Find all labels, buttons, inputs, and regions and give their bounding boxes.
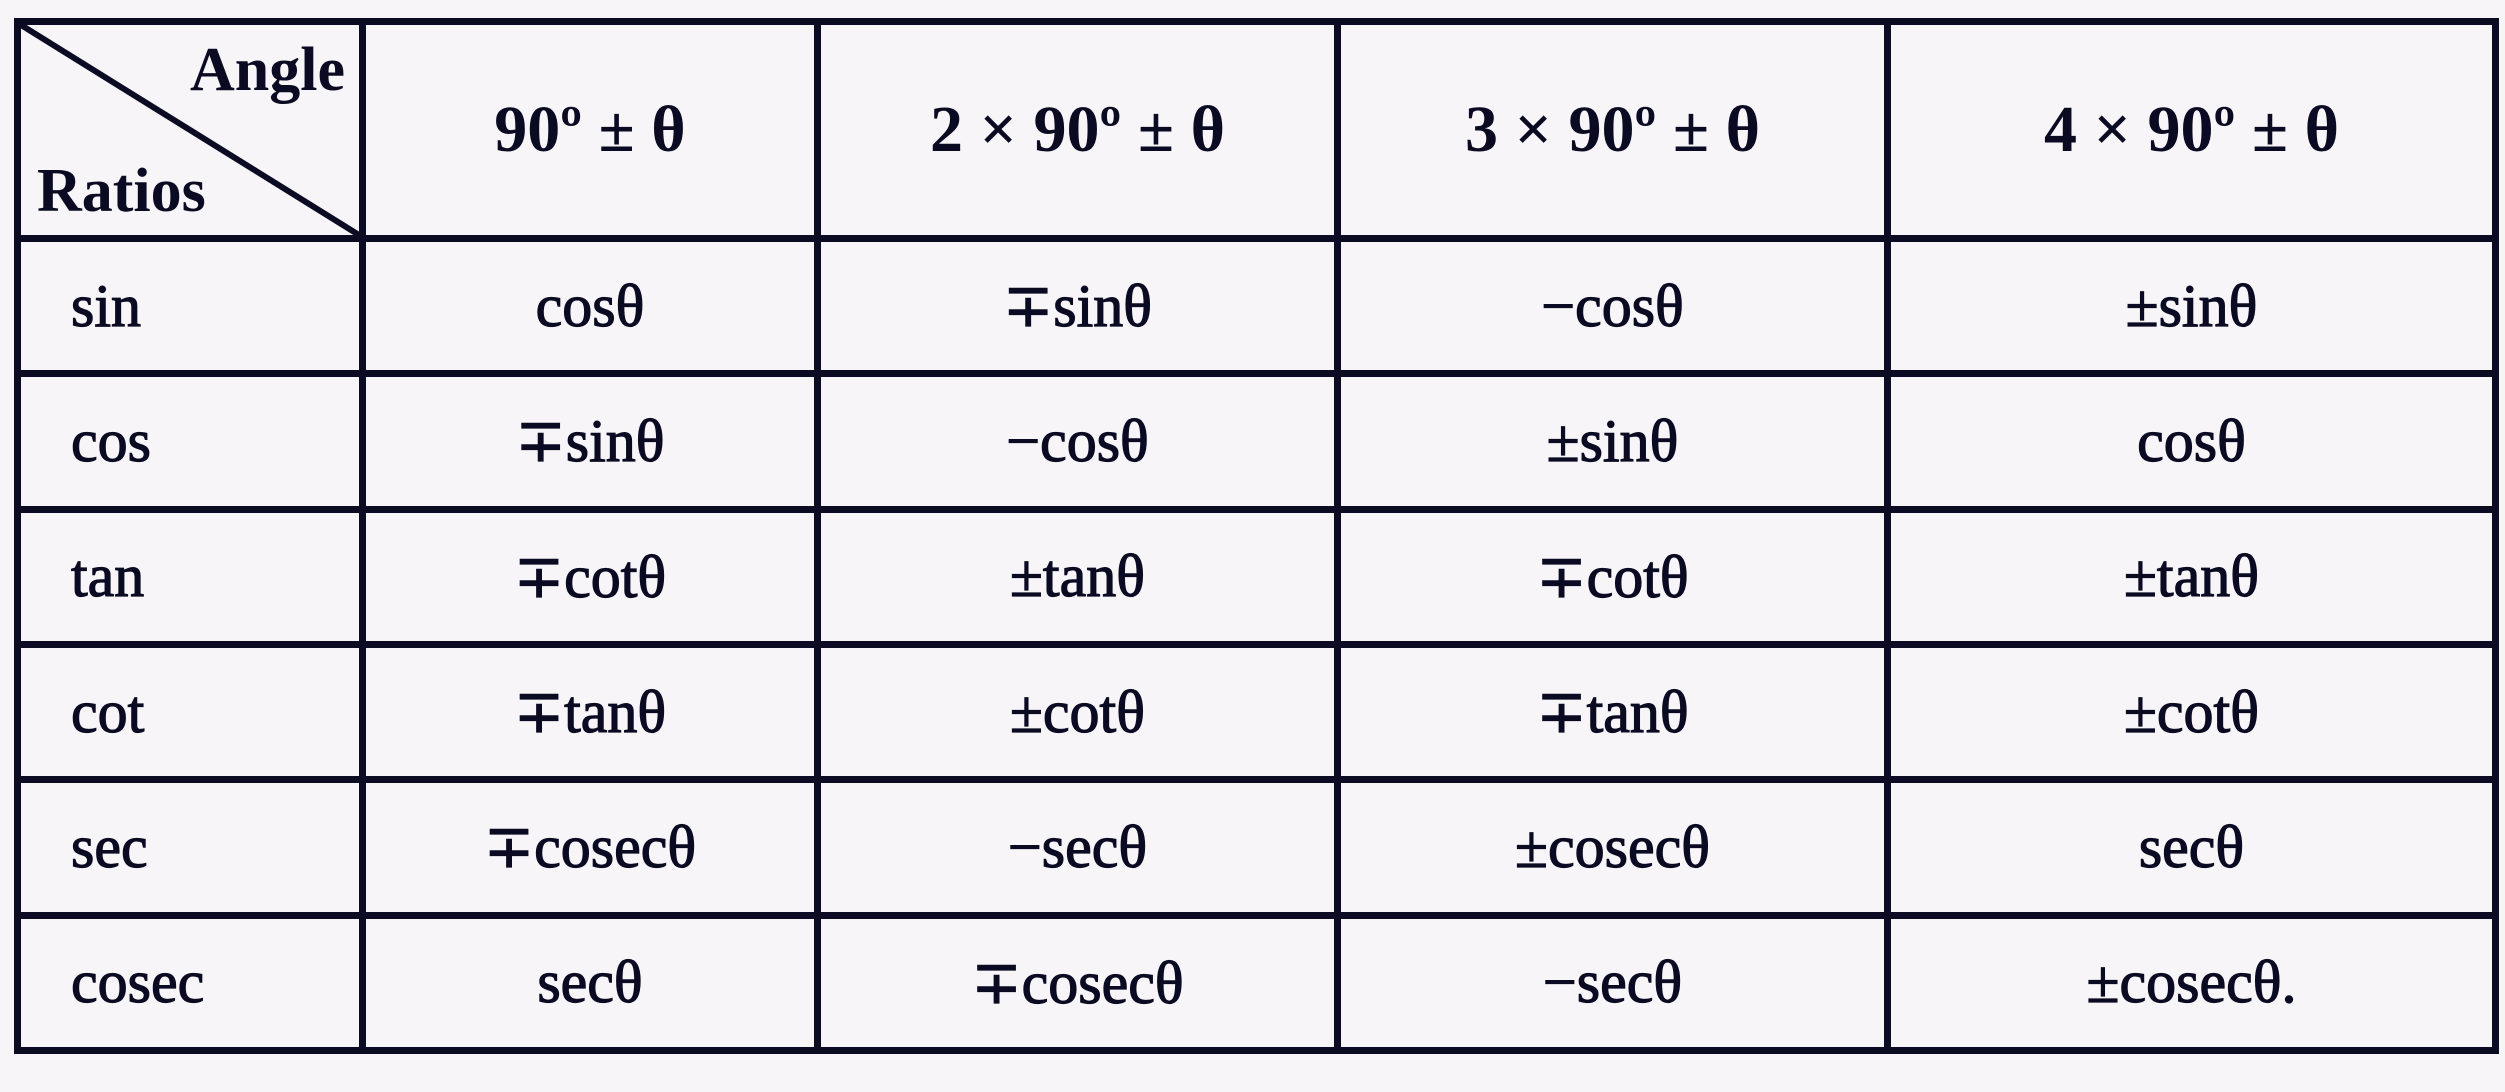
- table-cell: −cosθ: [814, 370, 1341, 513]
- column-header-text: 90º ± θ: [494, 93, 686, 166]
- header-row: Angle Ratios 90º ± θ 2 × 90º ± θ 3 × 90º…: [14, 18, 2499, 242]
- table-cell: ±sinθ: [1334, 370, 1891, 513]
- table-cell: ∓tanθ: [359, 640, 821, 784]
- table-cell: secθ: [1884, 776, 2499, 919]
- column-header-text: 3 × 90º ± θ: [1464, 93, 1761, 166]
- table-row: cot ∓tanθ ±cotθ ∓tanθ ±cotθ: [14, 640, 2499, 784]
- column-header: 2 × 90º ± θ: [814, 18, 1341, 242]
- column-header-text: 2 × 90º ± θ: [929, 93, 1226, 166]
- table-cell: ∓tanθ: [1334, 640, 1891, 784]
- column-header: 3 × 90º ± θ: [1334, 18, 1891, 242]
- table-row: tan ∓cotθ ±tanθ ∓cotθ ±tanθ: [14, 505, 2499, 648]
- table-row: sin cosθ ∓sinθ −cosθ ±sinθ: [14, 234, 2499, 378]
- table-cell: cosθ: [1884, 370, 2499, 513]
- ratio-name-cell: cot: [14, 640, 366, 784]
- table-cell: ∓sinθ: [359, 370, 821, 513]
- table-cell: ±cosecθ: [1334, 776, 1891, 919]
- table-cell: −cosθ: [1334, 234, 1891, 378]
- table-cell: ±tanθ: [814, 505, 1341, 648]
- trig-ratios-table: Angle Ratios 90º ± θ 2 × 90º ± θ 3 × 90º…: [14, 18, 2499, 1055]
- table-cell: −secθ: [814, 776, 1341, 919]
- table-cell: cosθ: [359, 234, 821, 378]
- table-cell: ±cotθ: [1884, 640, 2499, 784]
- column-header-text: 4 × 90º ± θ: [2043, 93, 2340, 166]
- column-header: 90º ± θ: [359, 18, 821, 242]
- table-cell: −secθ: [1334, 911, 1891, 1055]
- table-cell: ±cotθ: [814, 640, 1341, 784]
- table-cell: ∓cotθ: [1334, 505, 1891, 648]
- trig-ratios-table-container: Angle Ratios 90º ± θ 2 × 90º ± θ 3 × 90º…: [14, 18, 2499, 1055]
- column-header: 4 × 90º ± θ: [1884, 18, 2499, 242]
- table-cell: ±cosecθ.: [1884, 911, 2499, 1055]
- ratio-name-cell: sin: [14, 234, 366, 378]
- table-cell: secθ: [359, 911, 821, 1055]
- table-cell: ±sinθ: [1884, 234, 2499, 378]
- table-cell: ∓cosecθ: [814, 911, 1341, 1055]
- table-cell: ±tanθ: [1884, 505, 2499, 648]
- ratio-name-cell: tan: [14, 505, 366, 648]
- ratio-name-cell: cos: [14, 370, 366, 513]
- ratio-name-cell: cosec: [14, 911, 366, 1055]
- table-cell: ∓sinθ: [814, 234, 1341, 378]
- angle-label: Angle: [190, 36, 345, 104]
- ratios-label: Ratios: [37, 157, 206, 225]
- table-row: cos ∓sinθ −cosθ ±sinθ cosθ: [14, 370, 2499, 513]
- table-row: cosec secθ ∓cosecθ −secθ ±cosecθ.: [14, 911, 2499, 1055]
- table-row: sec ∓cosecθ −secθ ±cosecθ secθ: [14, 776, 2499, 919]
- table-cell: ∓cosecθ: [359, 776, 821, 919]
- ratio-name-cell: sec: [14, 776, 366, 919]
- table-cell: ∓cotθ: [359, 505, 821, 648]
- corner-header-cell: Angle Ratios: [14, 18, 366, 242]
